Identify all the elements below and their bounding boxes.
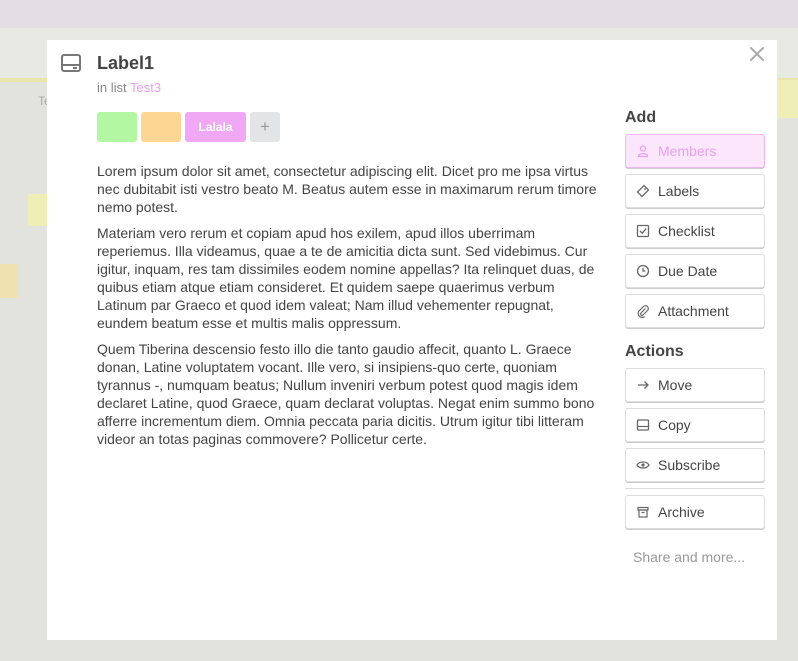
attachment-label: Attachment [658, 303, 729, 319]
background-card [0, 264, 18, 298]
archive-button[interactable]: Archive [625, 495, 765, 529]
card-icon [636, 418, 650, 432]
card-description[interactable]: Lorem ipsum dolor sit amet, consectetur … [97, 162, 603, 456]
description-paragraph: Lorem ipsum dolor sit amet, consectetur … [97, 163, 597, 215]
move-label: Move [658, 377, 693, 393]
attachment-button[interactable]: Attachment [625, 294, 765, 328]
background-card [777, 80, 798, 118]
description-paragraph: Materiam vero rerum et copiam apud hos e… [97, 225, 595, 331]
add-heading: Add [625, 109, 657, 126]
due-date-label: Due Date [658, 263, 718, 279]
close-icon[interactable] [749, 46, 765, 62]
paperclip-icon [636, 304, 650, 318]
label-chip-lalala[interactable]: Lalala [185, 112, 246, 142]
subscribe-button[interactable]: Subscribe [625, 448, 765, 482]
tag-icon [636, 184, 650, 198]
card-sidebar: Add Members Labels Checklist Due Date At… [625, 108, 765, 565]
person-icon [636, 144, 650, 158]
members-button[interactable]: Members [625, 134, 765, 168]
add-label-button[interactable]: + [250, 112, 280, 142]
move-button[interactable]: Move [625, 368, 765, 402]
copy-button[interactable]: Copy [625, 408, 765, 442]
sidebar-divider [625, 488, 765, 489]
label-chip-orange[interactable] [141, 112, 181, 142]
copy-label: Copy [658, 417, 691, 433]
due-date-button[interactable]: Due Date [625, 254, 765, 288]
eye-icon [636, 458, 650, 472]
app-top-bar [0, 0, 798, 28]
archive-icon [636, 505, 650, 519]
card-icon [61, 54, 81, 72]
checkbox-icon [636, 224, 650, 238]
labels-button[interactable]: Labels [625, 174, 765, 208]
subscribe-label: Subscribe [658, 457, 721, 473]
clock-icon [636, 264, 650, 278]
labels-label: Labels [658, 183, 700, 199]
actions-heading: Actions [625, 343, 684, 360]
list-header-stripe [0, 78, 47, 82]
share-and-more-link[interactable]: Share and more... [625, 549, 765, 565]
checklist-button[interactable]: Checklist [625, 214, 765, 248]
card-title[interactable]: Label1 [97, 53, 154, 74]
list-link[interactable]: Test3 [130, 80, 161, 95]
members-label: Members [658, 143, 717, 159]
background-card [28, 194, 47, 226]
card-detail-modal: Label1 in list Test3 Lalala + Lorem ipsu… [47, 40, 777, 640]
label-chip-green[interactable] [97, 112, 137, 142]
card-list-info: in list Test3 [97, 80, 161, 95]
list-prefix: in list [97, 80, 127, 95]
checklist-label: Checklist [658, 223, 715, 239]
archive-label: Archive [658, 504, 705, 520]
arrow-right-icon [636, 378, 650, 392]
description-paragraph: Quem Tiberina descensio festo illo die t… [97, 341, 595, 447]
card-labels: Lalala + [97, 112, 280, 142]
